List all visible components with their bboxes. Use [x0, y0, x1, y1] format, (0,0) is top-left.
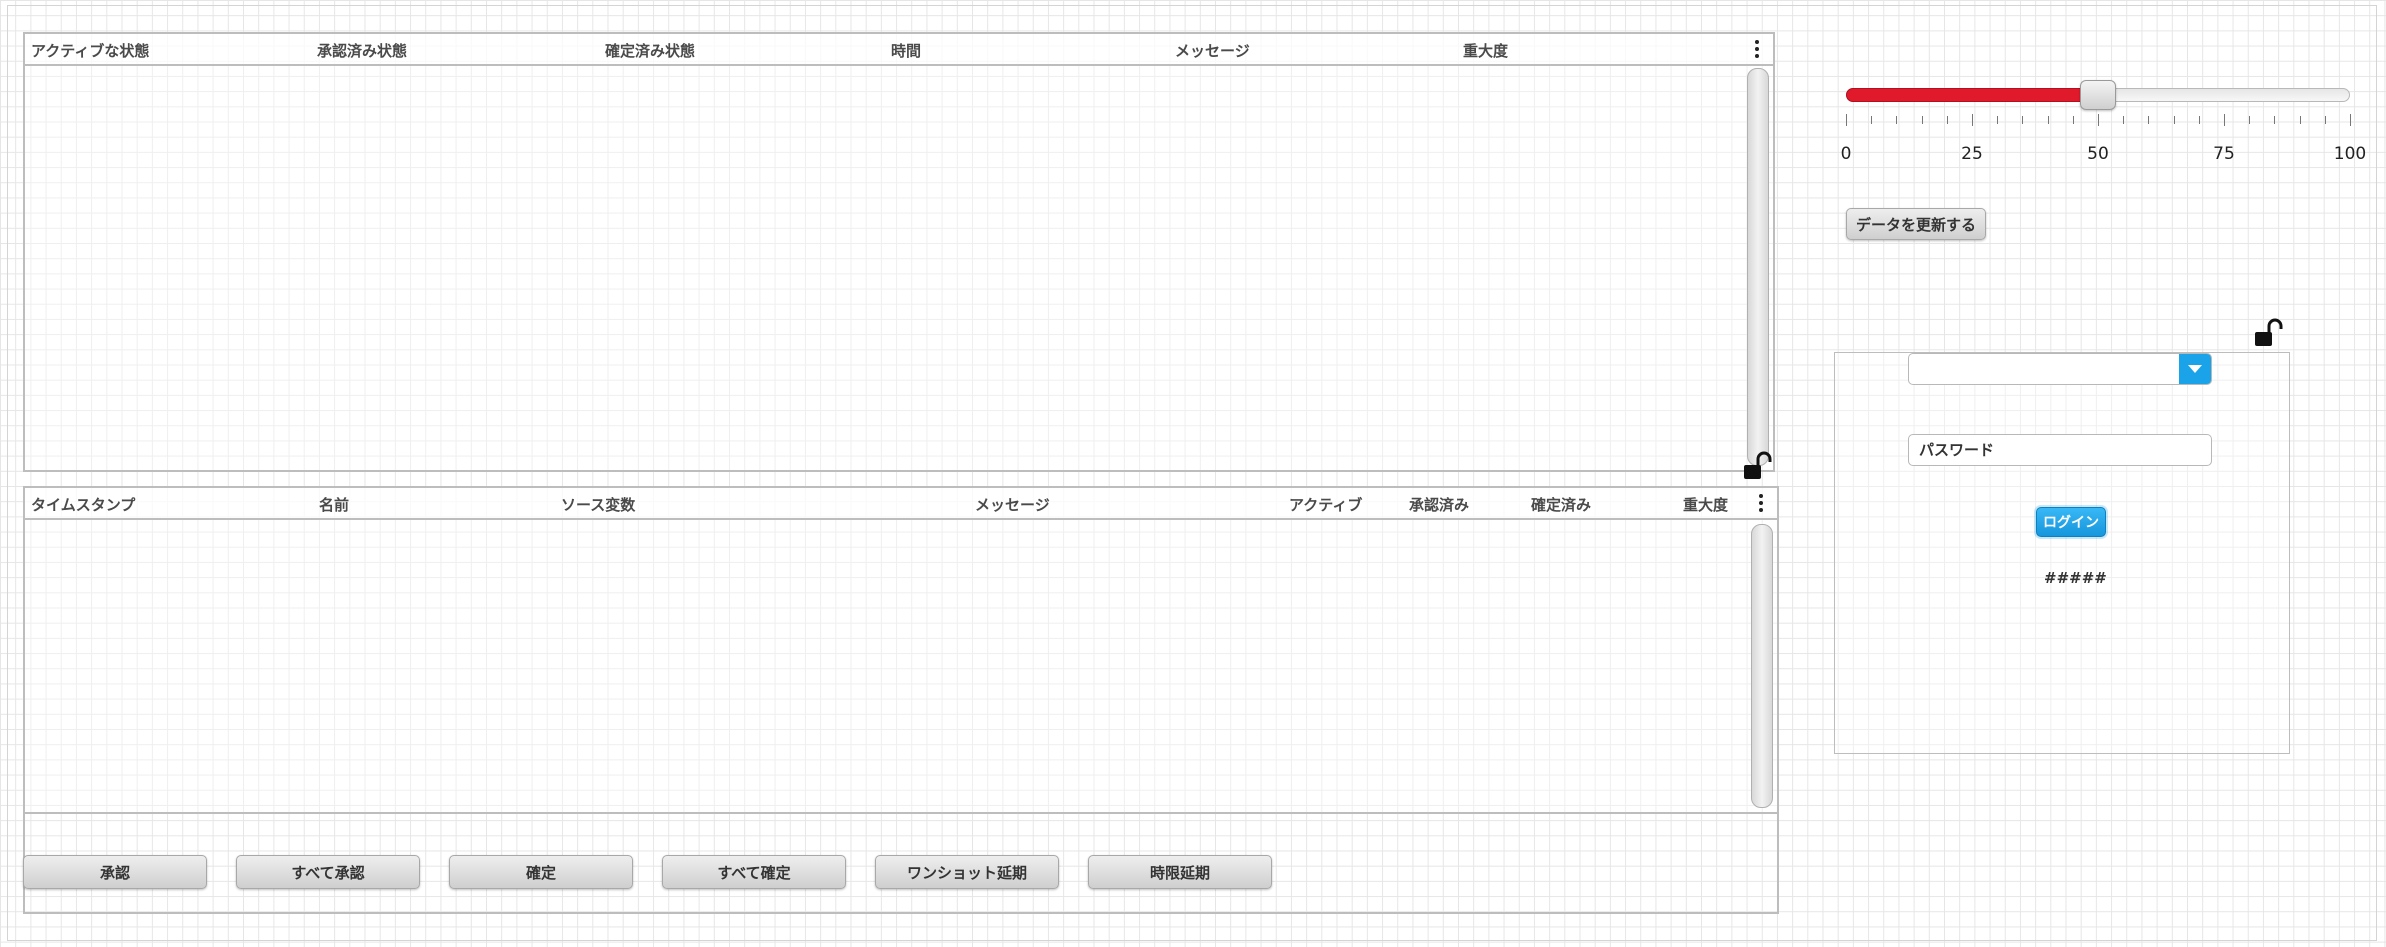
- column-message[interactable]: メッセージ: [1175, 40, 1250, 61]
- slider-tick-label: 75: [2213, 144, 2235, 164]
- slider-tick: [2022, 116, 2024, 124]
- login-status-text: #####: [2044, 569, 2107, 587]
- alarm-history-scrollbar[interactable]: [1751, 524, 1773, 808]
- column-time[interactable]: 時間: [891, 40, 921, 61]
- slider-thumb[interactable]: [2080, 80, 2116, 110]
- slider-tick: [1972, 114, 1973, 126]
- alarm-history-header: タイムスタンプ 名前 ソース変数 メッセージ アクティブ 承認済み 確定済み 重…: [25, 488, 1777, 520]
- column-source-variable[interactable]: ソース変数: [561, 494, 635, 515]
- slider-tick: [2299, 116, 2301, 124]
- user-select[interactable]: [1908, 353, 2212, 385]
- password-input[interactable]: [1908, 434, 2212, 466]
- slider-tick: [2198, 116, 2200, 124]
- chevron-down-icon[interactable]: [2179, 354, 2211, 384]
- slider-tick: [2274, 116, 2276, 124]
- kebab-menu-icon[interactable]: [1757, 492, 1765, 514]
- slider-fill: [1846, 88, 2098, 102]
- refresh-data-button[interactable]: データを更新する: [1846, 208, 1986, 240]
- timed-shelve-button[interactable]: 時限延期: [1088, 855, 1272, 889]
- confirm-all-button[interactable]: すべて確定: [662, 855, 846, 889]
- column-message[interactable]: メッセージ: [975, 494, 1050, 515]
- unlocked-padlock-icon[interactable]: [2254, 318, 2284, 348]
- one-shot-shelve-button[interactable]: ワンショット延期: [875, 855, 1059, 889]
- slider-tick: [2324, 116, 2326, 124]
- column-timestamp[interactable]: タイムスタンプ: [31, 494, 135, 515]
- active-alarms-header: アクティブな状態 承認済み状態 確定済み状態 時間 メッセージ 重大度: [25, 34, 1773, 66]
- unlocked-padlock-icon[interactable]: [1743, 451, 1773, 481]
- active-alarms-scrollbar[interactable]: [1747, 68, 1769, 466]
- slider-tick: [1896, 116, 1898, 124]
- slider-tick-label: 25: [1961, 144, 1983, 164]
- slider-tick: [2224, 114, 2225, 126]
- column-severity[interactable]: 重大度: [1463, 40, 1508, 61]
- column-severity[interactable]: 重大度: [1683, 494, 1728, 515]
- kebab-menu-icon[interactable]: [1753, 38, 1761, 60]
- slider-tick: [2173, 116, 2175, 124]
- login-button[interactable]: ログイン: [2036, 507, 2106, 537]
- slider-tick: [2047, 116, 2049, 124]
- column-acknowledged-state[interactable]: 承認済み状態: [317, 40, 407, 61]
- login-panel: [1834, 352, 2290, 754]
- column-confirmed[interactable]: 確定済み: [1531, 494, 1591, 515]
- slider-tick-label: 100: [2333, 144, 2367, 164]
- slider-tick: [1846, 114, 1847, 126]
- slider-tick: [2098, 114, 2099, 126]
- slider-tick-label: 50: [2087, 144, 2109, 164]
- column-name[interactable]: 名前: [319, 494, 349, 515]
- slider-tick: [2249, 116, 2251, 124]
- slider-tick: [2148, 116, 2150, 124]
- value-slider[interactable]: [1846, 80, 2350, 110]
- slider-tick: [1921, 116, 1923, 124]
- column-active-state[interactable]: アクティブな状態: [31, 40, 149, 61]
- slider-tick: [1946, 116, 1948, 124]
- acknowledge-button[interactable]: 承認: [23, 855, 207, 889]
- slider-tick: [2072, 116, 2074, 124]
- slider-tick: [1997, 116, 1999, 124]
- slider-tick: [1871, 116, 1873, 124]
- slider-tick: [2350, 114, 2351, 126]
- acknowledge-all-button[interactable]: すべて承認: [236, 855, 420, 889]
- column-confirmed-state[interactable]: 確定済み状態: [605, 40, 695, 61]
- active-alarms-table: アクティブな状態 承認済み状態 確定済み状態 時間 メッセージ 重大度: [23, 32, 1775, 472]
- confirm-button[interactable]: 確定: [449, 855, 633, 889]
- column-active[interactable]: アクティブ: [1289, 494, 1362, 515]
- alarm-history-table: タイムスタンプ 名前 ソース変数 メッセージ アクティブ 承認済み 確定済み 重…: [23, 486, 1779, 814]
- slider-tick: [2123, 116, 2125, 124]
- slider-tick-label: 0: [1840, 144, 1852, 164]
- column-acknowledged[interactable]: 承認済み: [1409, 494, 1469, 515]
